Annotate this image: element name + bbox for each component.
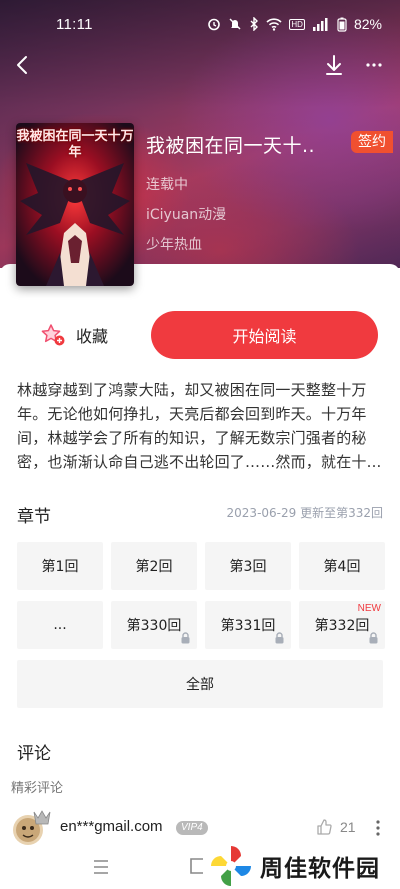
book-title: 我被困在同一天十.. <box>146 135 316 157</box>
comments-heading: 评论 <box>17 744 51 764</box>
signed-badge: 签约 <box>351 131 393 153</box>
back-button[interactable] <box>8 50 36 80</box>
lock-icon <box>275 632 284 644</box>
more-dots-icon <box>366 63 382 67</box>
chapter-label: 第1回 <box>41 559 79 575</box>
lock-icon <box>369 632 378 644</box>
star-add-icon <box>41 324 65 346</box>
new-badge: NEW <box>357 603 381 614</box>
chapter-ellipsis[interactable]: ... <box>17 601 103 649</box>
comment-username[interactable]: en***gmail.com <box>60 818 163 835</box>
chapter-label: 第4回 <box>323 559 361 575</box>
more-button[interactable] <box>360 50 388 80</box>
network-badge: HD <box>289 18 305 30</box>
chapter-item[interactable]: 第1回 <box>17 542 103 590</box>
download-icon <box>326 55 342 75</box>
start-reading-button[interactable]: 开始阅读 <box>151 311 378 359</box>
chapter-item[interactable]: 第2回 <box>111 542 197 590</box>
alarm-icon <box>208 18 221 31</box>
chapters-heading: 章节 <box>17 507 51 527</box>
book-genre[interactable]: 少年热血 <box>146 234 202 254</box>
battery-icon <box>337 17 347 32</box>
book-publisher[interactable]: iCiyuan动漫 <box>146 204 226 224</box>
chapter-label: ... <box>53 617 67 633</box>
menu-icon[interactable] <box>92 857 110 877</box>
chapter-label: 第330回 <box>126 618 182 634</box>
lock-icon <box>181 632 190 644</box>
chapter-label: 第331回 <box>220 618 276 634</box>
signal-icon <box>312 17 328 31</box>
action-bar: 收藏 开始阅读 <box>0 311 400 359</box>
pinwheel-logo-icon <box>211 846 251 886</box>
comment-item: en***gmail.com VIP4 21 <box>0 806 400 846</box>
chapter-item[interactable]: 第3回 <box>205 542 291 590</box>
home-icon[interactable] <box>188 856 206 876</box>
download-button[interactable] <box>320 50 348 80</box>
synopsis-text[interactable]: 林越穿越到了鸿蒙大陆，却又被困在同一天整整十万年。无论他如何挣扎，天亮后都会回到… <box>17 378 385 474</box>
book-cover[interactable]: 我被困在同一天十万年 <box>16 123 134 286</box>
bluetooth-icon <box>250 17 259 31</box>
vip-badge: VIP4 <box>176 821 208 835</box>
favorite-label: 收藏 <box>76 327 109 346</box>
chapter-item[interactable]: NEW 第332回 <box>299 601 385 649</box>
favorite-button[interactable]: 收藏 <box>40 323 108 347</box>
chapter-item[interactable]: 第4回 <box>299 542 385 590</box>
chapter-label: 第2回 <box>135 559 173 575</box>
battery-level: 82% <box>353 16 382 32</box>
wifi-icon <box>266 17 282 31</box>
chapter-label: 第332回 <box>314 618 370 634</box>
comment-more-icon[interactable] <box>370 818 386 838</box>
chapter-label: 第3回 <box>229 559 267 575</box>
like-button[interactable]: 21 <box>316 819 356 835</box>
status-time: 11:11 <box>56 15 93 33</box>
book-status: 连载中 <box>146 177 188 193</box>
all-chapters-button[interactable]: 全部 <box>17 660 383 708</box>
chapter-item[interactable]: 第330回 <box>111 601 197 649</box>
comments-subheading: 精彩评论 <box>11 781 64 796</box>
status-icons: HD 82% <box>207 16 382 32</box>
mute-icon <box>229 18 241 30</box>
chapters-update-info: 2023-06-29 更新至第332回 <box>226 506 383 520</box>
thumbs-up-icon <box>317 819 332 835</box>
status-bar: 11:11 HD 82% <box>0 0 400 48</box>
chevron-left-icon <box>17 56 27 74</box>
top-nav <box>0 48 400 84</box>
watermark: 周佳软件园 <box>208 843 380 889</box>
watermark-text: 周佳软件园 <box>260 856 380 882</box>
cover-title: 我被困在同一天十万年 <box>16 129 134 160</box>
avatar[interactable] <box>10 806 54 846</box>
like-count: 21 <box>340 819 356 835</box>
chapter-item[interactable]: 第331回 <box>205 601 291 649</box>
